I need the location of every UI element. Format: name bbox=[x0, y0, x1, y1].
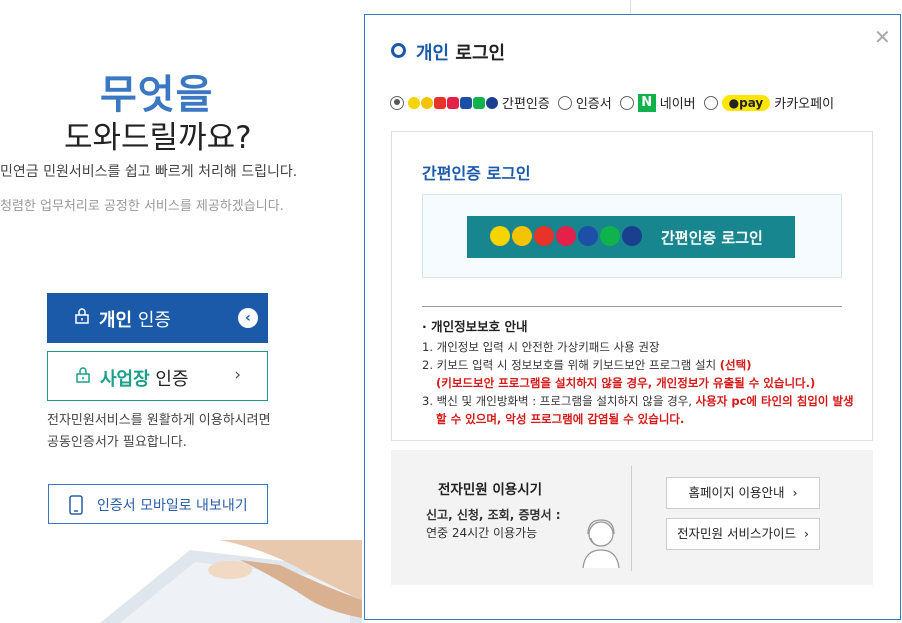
shinhan-icon bbox=[622, 226, 642, 246]
simple-auth-login-button[interactable]: 간편인증 로그인 bbox=[467, 216, 795, 258]
payco-icon bbox=[534, 226, 554, 246]
personal-auth-button[interactable]: 개인 인증 ‹ bbox=[47, 293, 268, 343]
chevron-left-icon: ‹ bbox=[238, 308, 258, 328]
pass-icon bbox=[556, 226, 576, 246]
radio-certificate[interactable] bbox=[557, 95, 572, 110]
certificate-notice: 전자민원서비스를 원활하게 이용하시려면 공동인증서가 필요합니다. bbox=[47, 413, 271, 450]
simple-auth-panel: 간편인증 로그인 간편인증 로그인 · 개인정보보호 안내 1. 개인정보 입력… bbox=[391, 131, 873, 441]
radio-label-simple-auth[interactable]: 간편인증 bbox=[502, 93, 550, 112]
samsung-pass-icon bbox=[460, 96, 472, 109]
vertical-divider bbox=[631, 466, 632, 571]
service-description: 민연금 민원서비스를 쉽고 빠르게 처리해 드립니다. bbox=[0, 164, 298, 180]
business-auth-label-bold: 사업장 bbox=[100, 369, 150, 390]
background-divider bbox=[630, 0, 631, 14]
panel-title: 간편인증 로그인 bbox=[422, 164, 531, 183]
pass-icon bbox=[447, 96, 459, 109]
login-modal: ✕ 개인 로그인 간편인증 인증서 N 네이버 ●pay 카카오페이 간편인증 … bbox=[364, 14, 901, 620]
support-agent-icon bbox=[582, 519, 620, 569]
radio-naver[interactable] bbox=[619, 95, 634, 110]
login-method-group: 간편인증 인증서 N 네이버 ●pay 카카오페이 bbox=[390, 93, 834, 112]
radio-label-certificate[interactable]: 인증서 bbox=[576, 93, 612, 112]
chevron-right-icon: › bbox=[803, 526, 809, 541]
speech-bubble-icon: ● bbox=[728, 95, 740, 110]
hero-subtitle: 도와드릴까요? bbox=[64, 120, 252, 156]
mobile-phone-icon bbox=[69, 495, 83, 515]
service-hours-value: 연중 24시간 이용가능 bbox=[426, 526, 538, 540]
samsung-pass-icon bbox=[578, 226, 598, 246]
service-guide-button[interactable]: 전자민원 서비스가이드 › bbox=[666, 518, 820, 550]
service-motto: 청렴한 업무처리로 공정한 서비스를 제공하겠습니다. bbox=[0, 199, 284, 214]
chevron-right-icon: › bbox=[792, 485, 798, 500]
personal-auth-label: 인증 bbox=[132, 310, 171, 331]
business-auth-label: 인증 bbox=[149, 369, 189, 390]
shinhan-icon bbox=[486, 96, 498, 109]
lock-icon bbox=[75, 308, 89, 324]
radio-label-kakaopay[interactable]: 카카오페이 bbox=[774, 93, 834, 112]
export-to-mobile-button[interactable]: 인증서 모바일로 내보내기 bbox=[48, 484, 268, 524]
kb-icon bbox=[421, 96, 433, 109]
chevron-right-icon: › bbox=[234, 365, 241, 385]
lock-icon bbox=[76, 367, 90, 383]
main-panel: 무엇을 도와드릴까요? 민연금 민원서비스를 쉽고 빠르게 처리해 드립니다. … bbox=[0, 0, 362, 623]
kakaopay-logo-icon: ●pay bbox=[721, 94, 771, 111]
modal-title: 개인 로그인 bbox=[391, 39, 505, 65]
kb-icon bbox=[512, 226, 532, 246]
payco-icon bbox=[434, 96, 446, 109]
service-hours-box: 전자민원 이용시기 신고, 신청, 조회, 증명서 : 연중 24시간 이용가능… bbox=[391, 450, 873, 585]
naver-icon bbox=[473, 96, 485, 109]
circle-bullet-icon bbox=[391, 43, 406, 58]
service-hours-title: 전자민원 이용시기 bbox=[438, 482, 543, 498]
radio-simple-auth[interactable] bbox=[390, 95, 404, 110]
divider bbox=[422, 306, 842, 307]
kakao-icon bbox=[408, 96, 420, 109]
simple-auth-provider-icons bbox=[408, 95, 499, 110]
radio-label-naver[interactable]: 네이버 bbox=[660, 93, 696, 112]
personal-auth-label-bold: 개인 bbox=[99, 310, 133, 331]
radio-kakaopay[interactable] bbox=[703, 95, 718, 110]
naver-logo-icon: N bbox=[637, 93, 656, 112]
kakao-icon bbox=[490, 226, 510, 246]
service-hours-subtitle: 신고, 신청, 조회, 증명서 : bbox=[426, 508, 561, 522]
privacy-notice: · 개인정보보호 안내 1. 개인정보 입력 시 안전한 가상키패드 사용 권장… bbox=[422, 319, 854, 426]
close-icon[interactable]: ✕ bbox=[874, 25, 891, 49]
naver-icon bbox=[600, 226, 620, 246]
business-auth-button[interactable]: 사업장 인증 › bbox=[47, 351, 268, 401]
homepage-guide-button[interactable]: 홈페이지 이용안내 › bbox=[666, 477, 820, 509]
simple-auth-box: 간편인증 로그인 bbox=[422, 194, 842, 278]
tablet-hand-image bbox=[100, 540, 362, 623]
provider-icons bbox=[490, 226, 642, 246]
